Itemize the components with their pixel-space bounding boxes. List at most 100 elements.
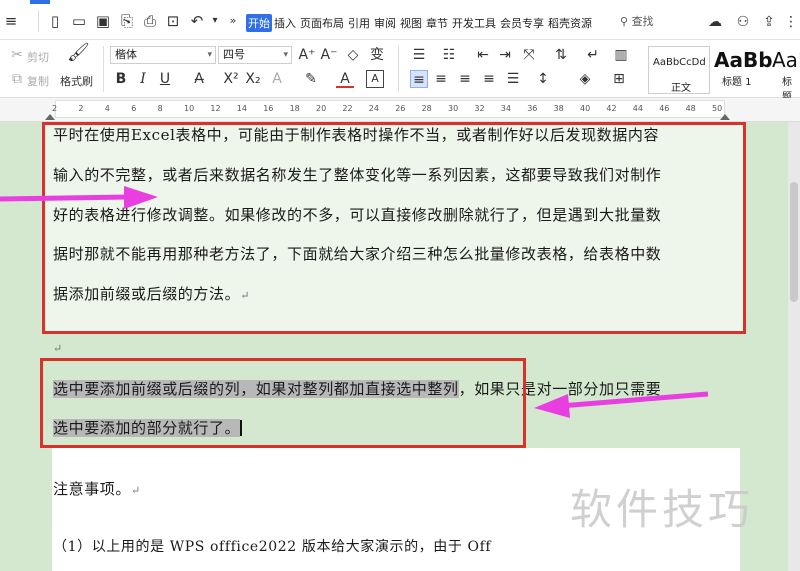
document-canvas[interactable]: 平时在使用Excel表格中，可能由于制作表格时操作不当，或者制作好以后发现数据内… [0, 122, 800, 571]
copy-icon[interactable]: ⧉ [8, 70, 26, 88]
scrollbar-thumb[interactable] [790, 182, 798, 302]
print-icon[interactable]: ⎙ [141, 12, 159, 30]
search-label: 查找 [631, 15, 654, 28]
tab-home[interactable]: 开始 [246, 14, 272, 32]
tab-docer[interactable]: 稻壳资源 [546, 14, 594, 32]
char-border-icon[interactable]: A [366, 70, 384, 88]
chinese-layout-icon[interactable]: ⤧ [520, 46, 538, 64]
ruler-tick-label: 14 [236, 104, 247, 113]
font-color-icon[interactable]: A [336, 70, 354, 88]
style-normal-preview: AaBbCcDd [653, 57, 706, 68]
tab-member[interactable]: 会员专享 [498, 14, 546, 32]
decrease-font-icon[interactable]: A⁻ [320, 46, 338, 64]
menu-icon[interactable]: ≡ [2, 12, 20, 30]
increase-font-icon[interactable]: A⁺ [298, 46, 316, 64]
left-indent-marker[interactable] [45, 114, 55, 120]
show-marks-icon[interactable]: ↵ [584, 46, 602, 64]
ruler-tick-label: 2 [78, 104, 84, 113]
tab-developer[interactable]: 开发工具 [450, 14, 498, 32]
tab-view[interactable]: 视图 [398, 14, 424, 32]
font-name-select[interactable]: 楷体 ▾ [110, 46, 216, 64]
strikethrough-icon[interactable]: A̶ [190, 70, 208, 88]
style-heading1-preview[interactable]: AaBb [714, 48, 773, 72]
style-heading1-label[interactable]: 标题 1 [722, 73, 752, 88]
font-size-select[interactable]: 四号 ▾ [218, 46, 292, 64]
horizontal-ruler[interactable]: 2 2 4 6 8 10 12 14 16 18 20 22 24 26 28 30 32 34 36 38 40 42 4… [0, 98, 800, 122]
collaborate-icon[interactable]: ⚇ [734, 13, 752, 31]
align-center-icon[interactable]: ≡ [432, 70, 450, 88]
export-icon[interactable]: ⎘ [118, 12, 136, 30]
format-painter-icon[interactable]: 🖌 [67, 44, 90, 62]
align-right-icon[interactable]: ≡ [456, 70, 474, 88]
para3[interactable]: 注意事项。↵ [53, 478, 141, 499]
empty-paragraph-mark: ↵ [53, 342, 63, 355]
superscript-icon[interactable]: X² [222, 70, 240, 88]
undo-icon[interactable]: ↶ [188, 12, 206, 30]
more-options-icon[interactable]: ⋮ [782, 13, 800, 31]
search-box[interactable]: ⚲ 查找 [620, 13, 654, 29]
bullet-list-icon[interactable]: ☰ [410, 46, 428, 64]
column-icon[interactable]: ▥ [612, 46, 630, 64]
annotation-arrow-right [0, 186, 158, 209]
right-indent-marker[interactable] [720, 114, 730, 120]
shading-icon[interactable]: ◈ [576, 70, 594, 88]
cut-icon[interactable]: ✂ [8, 46, 26, 64]
chevron-down-icon: ▾ [283, 50, 288, 60]
undo-dropdown-icon[interactable]: ▾ [206, 12, 224, 30]
tab-chapter[interactable]: 章节 [424, 14, 450, 32]
borders-icon[interactable]: ⊞ [610, 70, 628, 88]
clear-format-icon[interactable]: ◇ [344, 46, 362, 64]
more-icon[interactable]: » [224, 12, 242, 30]
numbered-list-icon[interactable]: ☷ [440, 46, 458, 64]
increase-indent-icon[interactable]: ⇥ [496, 46, 514, 64]
format-painter-label[interactable]: 格式刷 [60, 73, 93, 89]
italic-icon[interactable]: I [134, 70, 152, 88]
para4[interactable]: （1）以上用的是 WPS offfice2022 版本给大家演示的，由于 Off [53, 536, 491, 556]
ruler-tick-label: 44 [632, 104, 643, 113]
ruler-tick-label: 50 [712, 104, 723, 113]
tab-references[interactable]: 引用 [346, 14, 372, 32]
save-icon[interactable]: ▣ [94, 12, 112, 30]
divider [398, 46, 399, 92]
underline-icon[interactable]: U [156, 70, 174, 88]
phonetic-icon[interactable]: 变 [368, 46, 386, 64]
cut-label[interactable]: 剪切 [27, 49, 49, 65]
copy-label[interactable]: 复制 [27, 73, 49, 89]
subscript-icon[interactable]: X₂ [244, 70, 262, 88]
style-normal[interactable]: AaBbCcDd 正文 [648, 46, 710, 94]
style-heading2-preview[interactable]: AaI [772, 48, 800, 72]
ruler-tick-label: 8 [157, 104, 163, 113]
new-file-icon[interactable]: ▯ [46, 12, 64, 30]
divider [103, 46, 104, 92]
ruler-tick-label: 40 [580, 104, 591, 113]
annotation-arrow-left [534, 391, 709, 418]
ruler-tick-label: 34 [500, 104, 511, 113]
ruler-tick-label: 4 [104, 104, 110, 113]
ruler-tick-label: 48 [685, 104, 696, 113]
distributed-icon[interactable]: ☰ [504, 70, 522, 88]
ruler-tick-label: 6 [131, 104, 137, 113]
justify-icon[interactable]: ≡ [480, 70, 498, 88]
cloud-sync-icon[interactable]: ☁ [706, 13, 724, 31]
open-folder-icon[interactable]: ▭ [70, 12, 88, 30]
share-icon[interactable]: ⇪ [760, 13, 778, 31]
sort-icon[interactable]: ⇅ [552, 46, 570, 64]
ruler-tick-label: 18 [289, 104, 300, 113]
align-left-icon[interactable]: ≡ [410, 70, 428, 88]
ruler-tick-label: 30 [448, 104, 459, 113]
tab-page-layout[interactable]: 页面布局 [298, 14, 346, 32]
active-doc-indicator [30, 0, 50, 4]
decrease-indent-icon[interactable]: ⇤ [474, 46, 492, 64]
bold-icon[interactable]: B [112, 70, 130, 88]
font-name-value: 楷体 [115, 48, 137, 61]
ruler-tick-label: 36 [527, 104, 538, 113]
text-effect-icon[interactable]: A [268, 70, 286, 88]
tab-insert[interactable]: 插入 [272, 14, 298, 32]
font-size-value: 四号 [223, 48, 245, 61]
ruler-tick-label: 12 [210, 104, 221, 113]
vertical-scrollbar[interactable] [788, 122, 800, 571]
highlight-icon[interactable]: ✎ [302, 70, 320, 88]
tab-review[interactable]: 审阅 [372, 14, 398, 32]
print-preview-icon[interactable]: ⊡ [164, 12, 182, 30]
line-spacing-icon[interactable]: ↕ [534, 70, 552, 88]
